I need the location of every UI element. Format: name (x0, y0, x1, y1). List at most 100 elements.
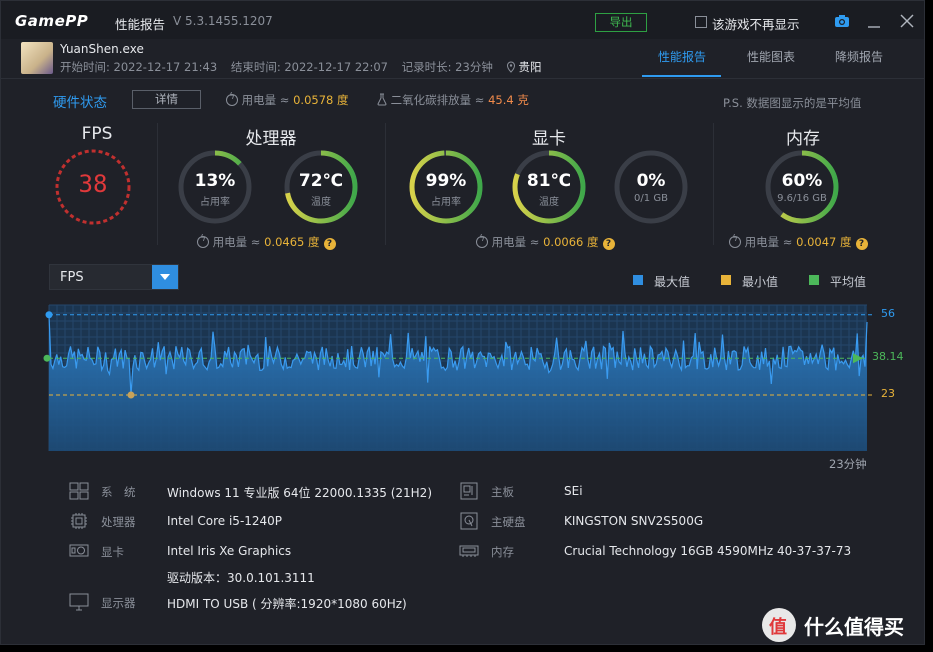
spec-os-value: Windows 11 专业版 64位 22000.1335 (21H2) (167, 486, 432, 500)
duration: 记录时长: 23分钟 (401, 60, 493, 74)
legend-swatch (809, 275, 819, 285)
metric-select[interactable]: FPS (49, 264, 179, 290)
hardware-status-title: 硬件状态 (53, 95, 107, 111)
power-icon (476, 234, 488, 248)
export-button[interactable]: 导出 (595, 13, 647, 32)
time-end-label: 23分钟 (829, 457, 867, 471)
gpu-temp-gauge: 81℃ 温度 (509, 147, 589, 227)
mem-power-label: 用电量 ≈ (744, 235, 793, 249)
average-note: P.S. 数据图显示的是平均值 (723, 96, 862, 110)
gpu-power-label: 用电量 ≈ (491, 235, 540, 249)
spec-cpu: 处理器 Intel Core i5-1240P (69, 512, 469, 532)
gpu-vram-value: 0% (636, 171, 666, 191)
divider (385, 123, 386, 245)
cpu-power-label: 用电量 ≈ (212, 235, 261, 249)
cpu-usage-label: 占用率 (200, 197, 230, 208)
cpu-title: 处理器 (245, 129, 297, 149)
legend-swatch (721, 275, 731, 285)
spec-gpu-value: Intel Iris Xe Graphics (167, 544, 292, 558)
legend-swatch (633, 275, 643, 285)
tab-performance-report[interactable]: 性能报告 (642, 48, 722, 65)
camera-icon[interactable] (834, 14, 850, 28)
tab-throttle-report[interactable]: 降频报告 (819, 48, 899, 65)
watermark-text: 什么值得买 (804, 615, 904, 639)
spec-cpu-key: 处理器 (101, 515, 136, 529)
gpu-vram-gauge: 0% 0/1 GB (611, 147, 691, 227)
gpu-temp-value: 81℃ (526, 171, 572, 191)
fps-chart-svg (43, 304, 873, 451)
monitor-icon (69, 593, 89, 611)
fps-chart: 56 38.14 23 (41, 301, 911, 473)
co2-label: 二氧化碳排放量 ≈ (390, 93, 485, 107)
spec-disk-value: KINGSTON SNV2S500G (564, 514, 704, 528)
avg-marker (43, 354, 51, 362)
cpu-power: 用电量 ≈ 0.0465 度? (197, 234, 336, 250)
spec-ram-value: Crucial Technology 16GB 4590MHz 40-37-37… (564, 544, 852, 558)
start-time: 开始时间: 2022-12-17 21:43 (60, 60, 218, 74)
min-value-label: 23 (881, 387, 895, 401)
window-title: 性能报告 (115, 17, 166, 32)
flask-icon (377, 93, 387, 106)
power-icon (729, 234, 741, 248)
gpu-usage-value: 99% (425, 171, 467, 191)
details-button[interactable]: 详情 (132, 90, 201, 109)
hard-disk-icon (460, 512, 478, 530)
close-icon[interactable] (899, 13, 915, 29)
gpu-usage-label: 占用率 (431, 197, 461, 208)
spec-os-key: 系 统 (101, 485, 136, 499)
help-icon[interactable]: ? (602, 238, 615, 250)
game-avatar (21, 42, 53, 74)
chevron-down-icon[interactable] (152, 265, 178, 289)
divider (157, 123, 158, 245)
spec-driver: 驱动版本：30.0.101.3111 (69, 567, 469, 587)
total-power-value: 0.0578 度 (293, 93, 349, 107)
process-meta: 开始时间: 2022-12-17 21:43 结束时间: 2022-12-17 … (60, 59, 551, 75)
location-icon (507, 61, 516, 73)
total-power: 用电量 ≈ 0.0578 度 (226, 92, 349, 108)
divider (713, 123, 714, 245)
fps-title: FPS (81, 124, 113, 144)
mem-usage-gauge: 60% 9.6/16 GB (762, 147, 842, 227)
spec-os: 系 统 Windows 11 专业版 64位 22000.1335 (21H2) (69, 482, 469, 502)
spec-ram: 内存 Crucial Technology 16GB 4590MHz 40-37… (459, 542, 879, 562)
cpu-temp-value: 72℃ (298, 171, 344, 191)
mem-title: 内存 (786, 129, 820, 149)
gamepp-window: GamePP 性能报告 V 5.3.1455.1207 导出 该游戏不再显示 Y… (0, 0, 925, 645)
spec-ram-key: 内存 (491, 545, 514, 559)
spec-disk: 主硬盘 KINGSTON SNV2S500G (459, 512, 879, 532)
total-power-label: 用电量 ≈ (241, 93, 290, 107)
watermark-logo (762, 608, 796, 642)
title-bar: GamePP 性能报告 V 5.3.1455.1207 导出 该游戏不再显示 (1, 1, 924, 39)
spec-display-value: HDMI TO USB ( 分辨率:1920*1080 60Hz) (167, 597, 407, 611)
spec-cpu-value: Intel Core i5-1240P (167, 514, 283, 528)
no-show-label[interactable]: 该游戏不再显示 (712, 14, 800, 33)
co2-value: 45.4 克 (488, 93, 529, 107)
power-icon (226, 92, 238, 106)
power-icon (197, 234, 209, 248)
metric-select-value: FPS (60, 270, 84, 285)
graphics-card-icon (69, 544, 89, 557)
spec-mb-key: 主板 (491, 485, 514, 499)
hardware-header: 硬件状态 详情 用电量 ≈ 0.0578 度 二氧化碳排放量 ≈ 45.4 克 … (1, 90, 924, 111)
help-icon[interactable]: ? (323, 238, 336, 250)
spec-motherboard: 主板 SEi (459, 482, 879, 502)
avg-value-label: 38.14 (872, 350, 904, 364)
spec-display: 显示器 HDMI TO USB ( 分辨率:1920*1080 60Hz) (69, 593, 469, 613)
tab-performance-chart[interactable]: 性能图表 (731, 48, 811, 65)
gpu-power: 用电量 ≈ 0.0066 度? (476, 234, 615, 250)
end-time: 结束时间: 2022-12-17 22:07 (230, 60, 388, 74)
co2-emission: 二氧化碳排放量 ≈ 45.4 克 (377, 92, 529, 108)
no-show-checkbox[interactable] (695, 16, 707, 28)
legend-avg-label: 平均值 (830, 275, 867, 289)
cpu-usage-value: 13% (194, 171, 236, 191)
motherboard-icon (460, 482, 478, 500)
version-label: V 5.3.1455.1207 (173, 14, 273, 28)
gpu-temp-label: 温度 (539, 197, 559, 208)
mem-usage-value: 60% (781, 171, 823, 191)
spec-disk-key: 主硬盘 (491, 515, 526, 529)
cpu-temp-gauge: 72℃ 温度 (281, 147, 361, 227)
location-value: 贵阳 (518, 60, 542, 74)
minimize-icon[interactable] (867, 15, 881, 29)
help-icon[interactable]: ? (855, 238, 868, 250)
mem-power: 用电量 ≈ 0.0047 度? (729, 234, 868, 250)
